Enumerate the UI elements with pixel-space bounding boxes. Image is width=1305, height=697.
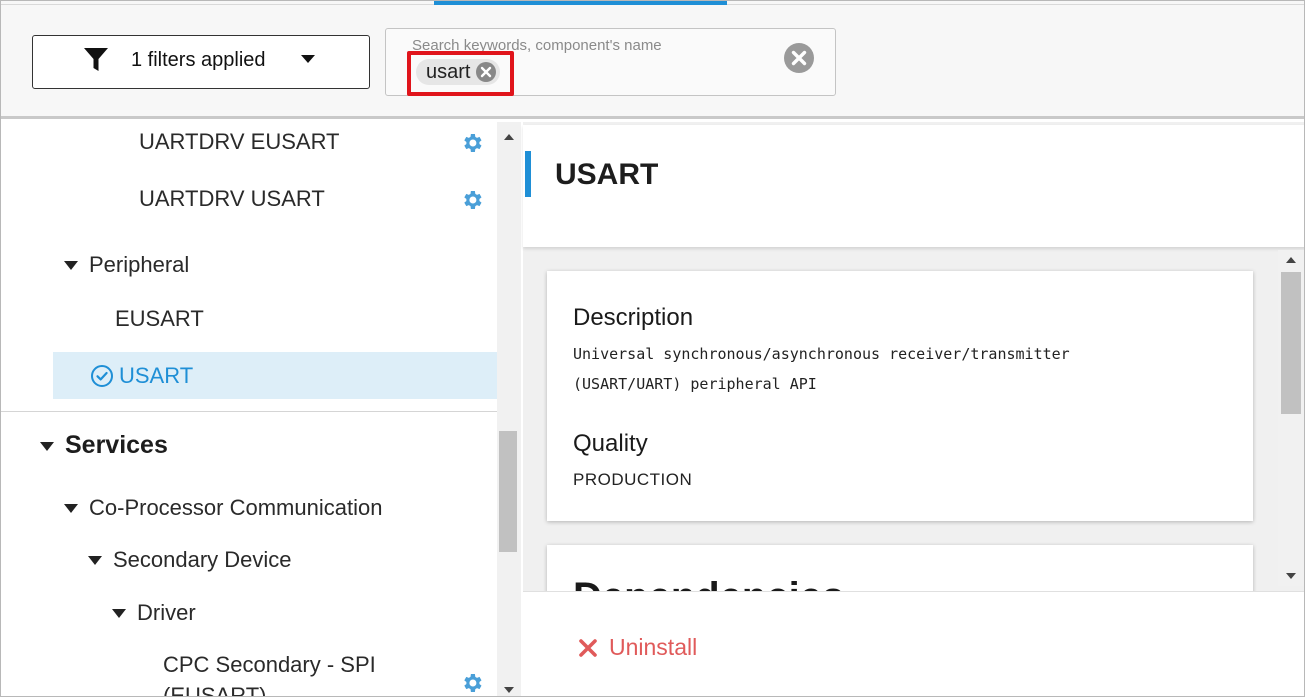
description-card: Description Universal synchronous/asynch…: [547, 271, 1253, 521]
chip-remove-icon[interactable]: [476, 62, 497, 82]
uninstall-label: Uninstall: [609, 634, 698, 660]
expand-caret-icon[interactable]: [88, 556, 102, 565]
detail-scrollbar[interactable]: [1278, 250, 1304, 586]
tree-item-secondary-device[interactable]: Secondary Device: [113, 547, 292, 573]
toolbar: 1 filters applied Search keywords, compo…: [1, 1, 1304, 119]
description-text-line-1: Universal synchronous/asynchronous recei…: [573, 345, 1070, 363]
header-accent-bar: [525, 151, 531, 197]
scroll-up-arrow-icon[interactable]: [504, 134, 514, 140]
check-circle-icon: [91, 365, 113, 387]
description-text-line-2: (USART/UART) peripheral API: [573, 375, 817, 393]
chevron-down-icon: [301, 55, 315, 63]
active-tab-indicator[interactable]: [434, 1, 727, 5]
expand-caret-icon[interactable]: [64, 504, 78, 513]
detail-panel: USART Description Universal synchronous/…: [523, 122, 1304, 696]
detail-header: USART: [523, 125, 1304, 247]
scrollbar-thumb[interactable]: [1281, 272, 1301, 414]
tree-item-services[interactable]: Services: [65, 431, 168, 460]
tree-item-driver[interactable]: Driver: [137, 600, 196, 626]
scroll-up-arrow-icon[interactable]: [1286, 257, 1296, 263]
tree-scrollbar[interactable]: [497, 122, 521, 696]
gear-icon[interactable]: [460, 188, 484, 212]
description-heading: Description: [573, 304, 694, 331]
filter-button[interactable]: 1 filters applied: [32, 35, 370, 89]
expand-caret-icon[interactable]: [64, 261, 78, 270]
expand-caret-icon[interactable]: [112, 609, 126, 618]
clear-search-icon[interactable]: [784, 43, 814, 73]
expand-caret-icon[interactable]: [40, 442, 54, 451]
tree-item-usart: USART: [119, 363, 194, 388]
filter-icon: [84, 48, 108, 71]
gear-icon[interactable]: [460, 671, 484, 695]
divider: [1, 411, 497, 412]
scroll-down-arrow-icon[interactable]: [1286, 573, 1296, 579]
close-icon: [579, 638, 597, 657]
uninstall-button[interactable]: Uninstall: [577, 634, 697, 661]
tree-item-peripheral[interactable]: Peripheral: [89, 252, 189, 278]
gear-icon[interactable]: [460, 131, 484, 155]
component-browser: 1 filters applied Search keywords, compo…: [0, 0, 1305, 697]
scrollbar-thumb[interactable]: [499, 431, 517, 552]
component-tree: UARTDRV EUSART UARTDRV USART Peripheral …: [1, 122, 497, 697]
search-input[interactable]: Search keywords, component's name usart: [385, 28, 836, 96]
detail-footer: Uninstall: [523, 591, 1304, 696]
tree-item-eusart[interactable]: EUSART: [115, 306, 204, 332]
tree-item-co-processor-communication[interactable]: Co-Processor Communication: [89, 495, 382, 521]
detail-title: USART: [555, 158, 659, 191]
quality-value: PRODUCTION: [573, 470, 693, 489]
tree-item-cpc-secondary-spi-suffix: (EUSART): [163, 683, 267, 697]
tree-item-uartdrv-eusart[interactable]: UARTDRV EUSART: [139, 129, 340, 155]
scroll-down-arrow-icon[interactable]: [504, 687, 514, 693]
tree-item-cpc-secondary-spi[interactable]: CPC Secondary - SPI: [163, 652, 376, 678]
search-chip[interactable]: usart: [416, 59, 501, 85]
quality-heading: Quality: [573, 430, 648, 457]
tree-item-uartdrv-usart[interactable]: UARTDRV USART: [139, 186, 325, 212]
filter-label: 1 filters applied: [131, 49, 266, 71]
search-chip-label: usart: [426, 61, 471, 83]
